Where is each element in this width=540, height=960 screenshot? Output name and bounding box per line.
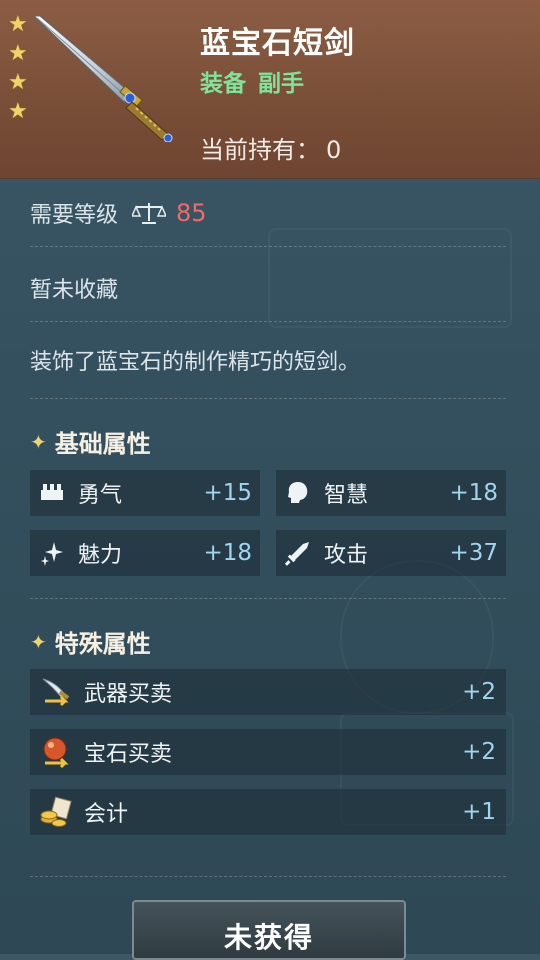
skill-value: +2: [462, 739, 496, 765]
special-attributes-title: ✦ 特殊属性: [30, 624, 151, 659]
sapphire-dagger-icon: [32, 15, 173, 142]
owned-value: 0: [326, 136, 342, 164]
divider: [30, 598, 506, 599]
divider: [30, 876, 506, 877]
divider: [30, 398, 506, 399]
owned-label: 当前持有：: [200, 136, 320, 164]
item-description: 装饰了蓝宝石的制作精巧的短剑。: [30, 350, 361, 375]
sparkle-icon: ✦: [30, 429, 47, 454]
wisdom-head-icon: [282, 477, 314, 509]
attribute-value: +37: [449, 540, 498, 566]
skill-label: 武器买卖: [84, 682, 173, 707]
skill-gem-trade: 宝石买卖 +2: [30, 729, 506, 775]
basic-attributes-title: ✦ 基础属性: [30, 424, 151, 459]
sparkle-icon: ✦: [30, 629, 47, 654]
category-secondary: 副手: [258, 71, 304, 97]
attribute-wisdom: 智慧 +18: [276, 470, 506, 516]
attribute-charm: 魅力 +18: [30, 530, 260, 576]
attribute-attack: 攻击 +37: [276, 530, 506, 576]
attribute-courage: 勇气 +15: [30, 470, 260, 516]
skill-label: 会计: [84, 802, 129, 827]
section-label: 特殊属性: [54, 630, 151, 658]
section-label: 基础属性: [54, 430, 151, 458]
attribute-label: 智慧: [324, 483, 369, 508]
divider: [30, 246, 506, 247]
attribute-label: 魅力: [78, 543, 123, 568]
required-level-value: 85: [176, 199, 207, 227]
skill-value: +2: [462, 679, 496, 705]
collection-status: 暂未收藏: [30, 278, 119, 303]
skill-value: +1: [462, 799, 496, 825]
attribute-label: 勇气: [78, 483, 123, 508]
skill-weapon-trade: 武器买卖 +2: [30, 669, 506, 715]
category-primary: 装备: [200, 71, 246, 97]
accounting-coins-icon: [36, 792, 76, 832]
attribute-value: +15: [203, 480, 252, 506]
background-decoration: [268, 228, 512, 328]
required-level-label: 需要等级: [30, 203, 119, 228]
item-category: 装备 副手: [200, 64, 316, 98]
gem-trade-icon: [36, 732, 76, 772]
not-obtained-button[interactable]: 未获得: [132, 900, 406, 960]
divider: [30, 321, 506, 322]
charm-sparkle-icon: [36, 537, 68, 569]
attribute-value: +18: [449, 480, 498, 506]
skill-accounting: 会计 +1: [30, 789, 506, 835]
required-level: 需要等级 85: [30, 197, 207, 229]
item-name: 蓝宝石短剑: [200, 26, 355, 61]
courage-icon: [36, 477, 68, 509]
skill-label: 宝石买卖: [84, 742, 173, 767]
attribute-label: 攻击: [324, 543, 369, 568]
attribute-value: +18: [203, 540, 252, 566]
sword-attack-icon: [282, 537, 314, 569]
owned-count: 当前持有： 0: [200, 130, 341, 165]
item-header: ★ ★ ★ ★ 蓝宝石短剑 装备 副手 当前持有： 0: [0, 0, 540, 179]
scale-icon: [132, 203, 167, 224]
weapon-trade-icon: [36, 672, 76, 712]
